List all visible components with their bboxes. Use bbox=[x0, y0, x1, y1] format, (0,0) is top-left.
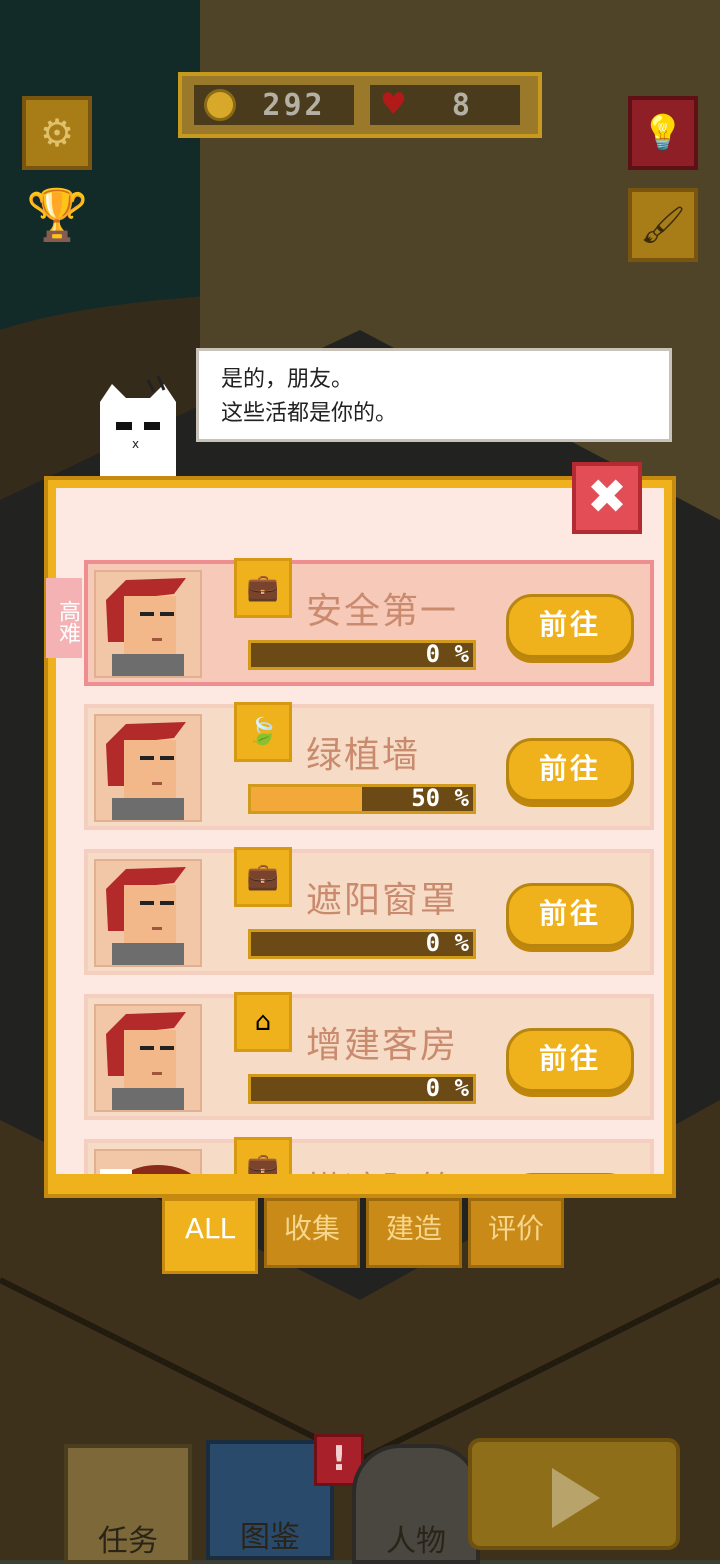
heart-counter: ♥ 8 bbox=[370, 85, 520, 125]
character-label: 人物 bbox=[386, 1524, 446, 1559]
progress-fill bbox=[251, 787, 362, 811]
filter-tabs: ALL 收集 建造 评价 bbox=[162, 1198, 564, 1274]
briefcase-icon: 💼 bbox=[234, 558, 292, 618]
bottom-nav: 任务 图鉴 ! 人物 bbox=[40, 1434, 680, 1564]
coin-icon bbox=[204, 89, 236, 121]
quest-item: 💼 搭遮阳篷 前往 bbox=[84, 1137, 654, 1174]
progress-text: 50 % bbox=[411, 784, 469, 812]
close-icon: ✖ bbox=[586, 469, 628, 525]
leaf-icon: 🍃 bbox=[234, 702, 292, 762]
quest-name: 遮阳窗罩 bbox=[306, 880, 459, 921]
progress-bar: 50 % bbox=[248, 784, 476, 814]
task-button[interactable]: 任务 bbox=[64, 1444, 192, 1564]
tab-all[interactable]: ALL bbox=[162, 1198, 258, 1274]
play-icon bbox=[552, 1468, 600, 1528]
progress-bar: 0 % bbox=[248, 929, 476, 959]
tab-build[interactable]: 建造 bbox=[366, 1198, 462, 1268]
lightbulb-icon: 💡 bbox=[641, 113, 685, 153]
character-portrait bbox=[94, 859, 202, 967]
character-button[interactable]: 人物 bbox=[352, 1444, 480, 1564]
quest-name: 安全第一 bbox=[306, 591, 459, 632]
go-button[interactable]: 前往 bbox=[506, 1173, 634, 1174]
play-button[interactable] bbox=[468, 1438, 680, 1550]
dialog-line-1: 是的，朋友。 bbox=[221, 367, 354, 392]
coin-value: 292 bbox=[262, 87, 326, 123]
trophy-icon[interactable]: 🏆 bbox=[26, 188, 88, 242]
cat-mascot: x bbox=[100, 376, 176, 476]
quest-name: 搭遮阳篷 bbox=[306, 1161, 458, 1174]
go-button[interactable]: 前往 bbox=[506, 594, 634, 658]
briefcase-icon: 💼 bbox=[234, 1137, 292, 1174]
briefcase-icon: 💼 bbox=[234, 847, 292, 907]
progress-text: 0 % bbox=[425, 1074, 469, 1102]
svg-text:x: x bbox=[132, 437, 139, 451]
coin-counter: 292 bbox=[194, 85, 354, 125]
tab-collect[interactable]: 收集 bbox=[264, 1198, 360, 1268]
character-portrait bbox=[94, 1004, 202, 1112]
paintbrush-icon: 🖌 bbox=[640, 205, 686, 246]
quest-panel: 💼 安全第一 0 % 前往 🍃 绿植墙 50 % 前往 💼 遮阳窗罩 0 % 前… bbox=[44, 476, 676, 1198]
go-button[interactable]: 前往 bbox=[506, 1028, 634, 1092]
heart-value: 8 bbox=[451, 87, 473, 123]
go-button[interactable]: 前往 bbox=[506, 883, 634, 947]
character-portrait bbox=[94, 570, 202, 678]
hint-button[interactable]: 💡 bbox=[628, 96, 698, 170]
quest-name: 增建客房 bbox=[306, 1025, 459, 1066]
paint-button[interactable]: 🖌 bbox=[628, 188, 698, 262]
speech-bubble: 是的，朋友。 这些活都是你的。 bbox=[196, 348, 672, 442]
character-portrait bbox=[94, 714, 202, 822]
progress-bar: 0 % bbox=[248, 640, 476, 670]
progress-text: 0 % bbox=[425, 929, 469, 957]
quest-item: ⌂ 增建客房 0 % 前往 bbox=[84, 992, 654, 1120]
quest-list[interactable]: 💼 安全第一 0 % 前往 🍃 绿植墙 50 % 前往 💼 遮阳窗罩 0 % 前… bbox=[56, 488, 664, 1174]
dialog-line-2: 这些活都是你的。 bbox=[221, 401, 398, 426]
settings-button[interactable]: ⚙ bbox=[22, 96, 92, 170]
progress-text: 0 % bbox=[425, 640, 469, 668]
difficulty-tag: 高难 bbox=[46, 578, 82, 658]
quest-item: 💼 遮阳窗罩 0 % 前往 bbox=[84, 847, 654, 975]
gear-icon: ⚙ bbox=[39, 111, 75, 155]
progress-bar: 0 % bbox=[248, 1074, 476, 1104]
item-portrait bbox=[94, 1149, 202, 1174]
go-button[interactable]: 前往 bbox=[506, 738, 634, 802]
encyclopedia-label: 图鉴 bbox=[240, 1520, 300, 1555]
house-icon: ⌂ bbox=[234, 992, 292, 1052]
quest-item: 🍃 绿植墙 50 % 前往 bbox=[84, 702, 654, 830]
task-label: 任务 bbox=[98, 1524, 158, 1559]
quest-item: 💼 安全第一 0 % 前往 bbox=[84, 558, 654, 686]
close-button[interactable]: ✖ bbox=[572, 462, 642, 534]
quest-name: 绿植墙 bbox=[306, 735, 421, 776]
heart-icon: ♥ bbox=[380, 87, 407, 122]
tab-review[interactable]: 评价 bbox=[468, 1198, 564, 1268]
currency-bar: 292 ♥ 8 bbox=[178, 72, 542, 138]
